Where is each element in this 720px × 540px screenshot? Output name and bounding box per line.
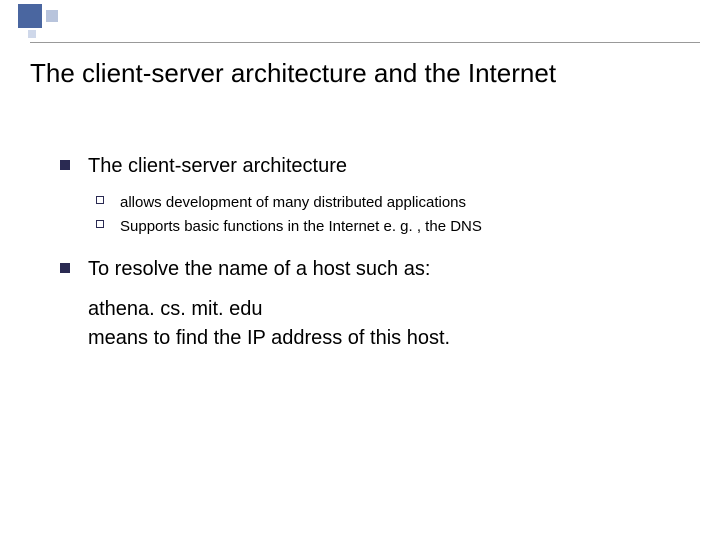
deco-square-small <box>28 30 36 38</box>
slide: The client-server architecture and the I… <box>0 0 720 540</box>
corner-decoration <box>18 4 78 40</box>
bullet-level2: Supports basic functions in the Internet… <box>96 216 660 238</box>
square-bullet-icon <box>60 263 70 273</box>
bullet-continuation: means to find the IP address of this hos… <box>88 324 660 353</box>
bullet-level1: The client-server architecture <box>60 155 660 178</box>
sub-bullet-group: allows development of many distributed a… <box>96 192 660 238</box>
square-bullet-icon <box>60 160 70 170</box>
horizontal-rule <box>30 42 700 43</box>
bullet-continuation: athena. cs. mit. edu <box>88 295 660 324</box>
bullet-text: Supports basic functions in the Internet… <box>120 218 482 235</box>
deco-square-large <box>18 4 42 28</box>
slide-title: The client-server architecture and the I… <box>30 58 690 89</box>
open-square-bullet-icon <box>96 220 104 228</box>
bullet-level1: To resolve the name of a host such as: <box>60 258 660 281</box>
slide-body: The client-server architecture allows de… <box>60 155 660 353</box>
open-square-bullet-icon <box>96 196 104 204</box>
bullet-text: To resolve the name of a host such as: <box>88 258 430 280</box>
deco-square-medium <box>46 10 58 22</box>
bullet-level2: allows development of many distributed a… <box>96 192 660 214</box>
bullet-text: allows development of many distributed a… <box>120 194 466 211</box>
bullet-text: The client-server architecture <box>88 155 347 177</box>
